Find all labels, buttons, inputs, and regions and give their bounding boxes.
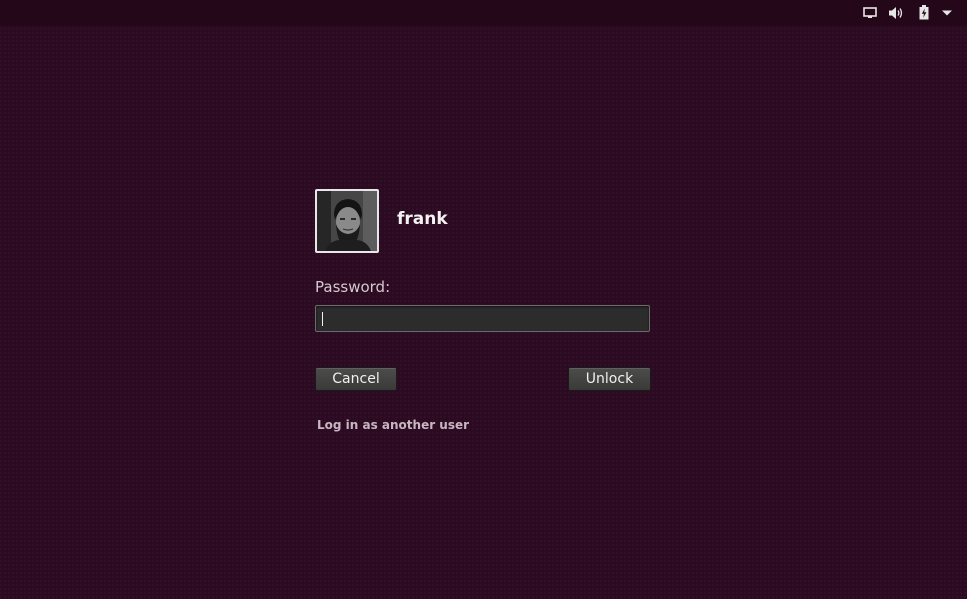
password-label: Password: — [315, 278, 391, 296]
log-in-as-another-user-link[interactable]: Log in as another user — [317, 417, 469, 433]
cancel-button[interactable]: Cancel — [315, 367, 397, 391]
user-photo — [317, 191, 377, 251]
menu-arrow-icon[interactable] — [939, 4, 955, 21]
display-icon[interactable] — [861, 4, 878, 21]
text-caret — [322, 312, 323, 326]
avatar — [315, 189, 379, 253]
top-panel — [0, 0, 967, 25]
volume-icon[interactable] — [887, 4, 905, 21]
battery-charging-icon[interactable] — [917, 4, 931, 21]
username-label: frank — [397, 209, 448, 229]
unlock-button[interactable]: Unlock — [568, 367, 651, 391]
password-input[interactable] — [315, 305, 650, 332]
